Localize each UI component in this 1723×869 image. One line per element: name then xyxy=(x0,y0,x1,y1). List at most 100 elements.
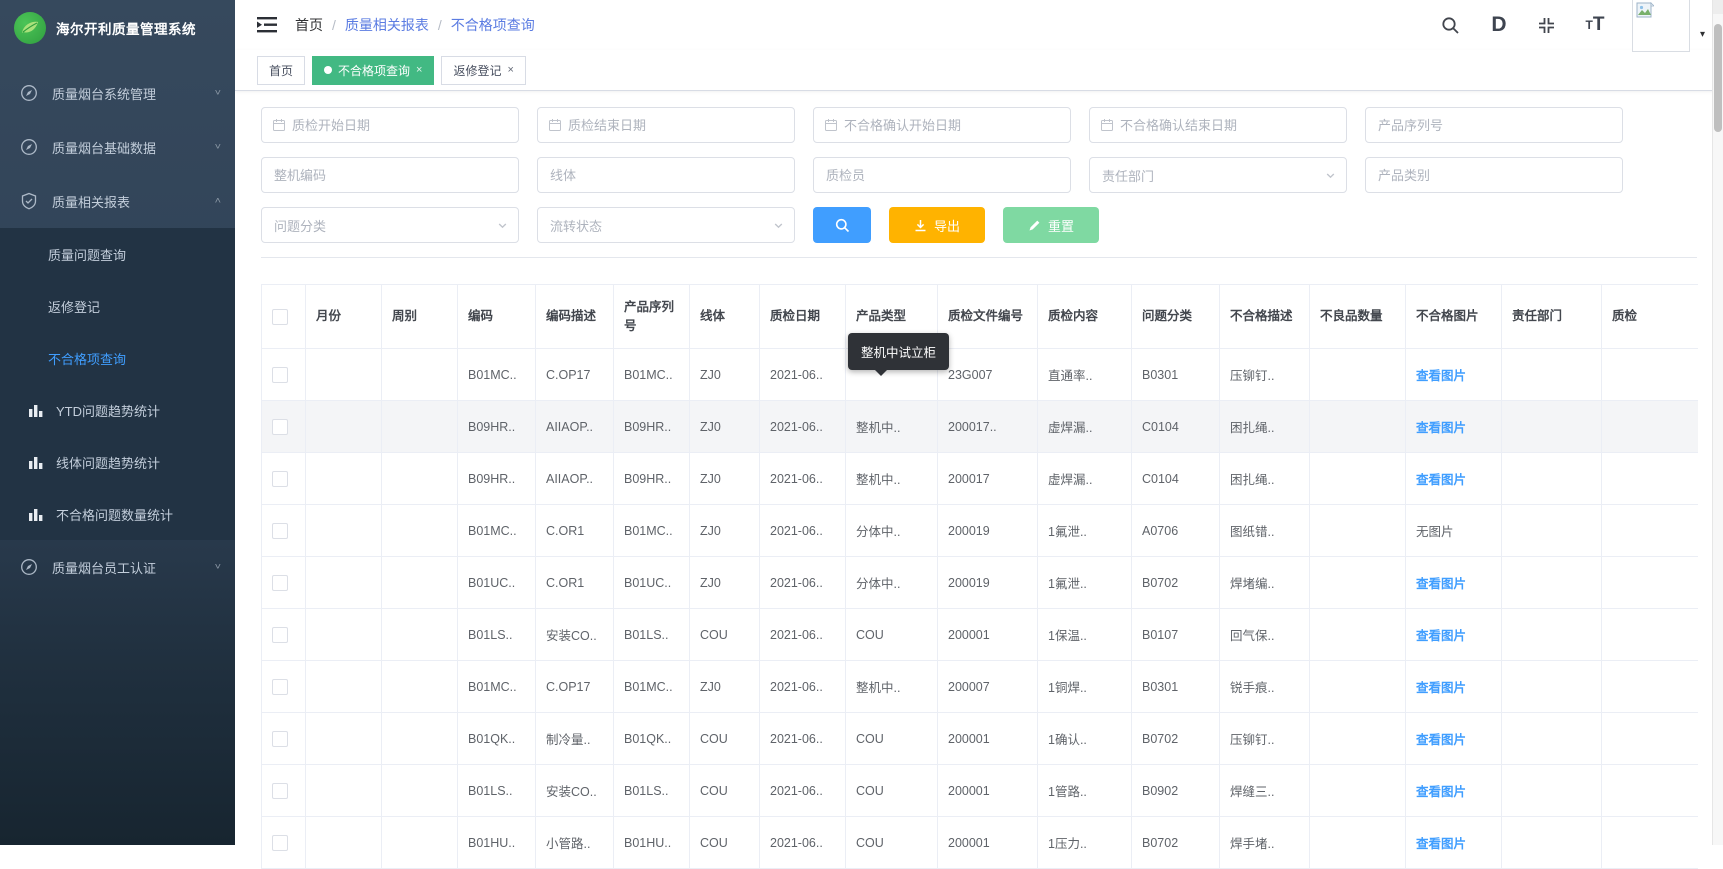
column-header-content: 质检内容 xyxy=(1038,285,1132,349)
cell-doc_no: 200019 xyxy=(938,557,1038,609)
cell-category: B0702 xyxy=(1132,713,1220,765)
inspector-field[interactable] xyxy=(813,157,1071,193)
sidebar-item-ytd-trend-stats[interactable]: YTD问题趋势统计 xyxy=(0,384,235,436)
scrollbar-thumb[interactable] xyxy=(1714,24,1722,132)
product-category-input[interactable] xyxy=(1366,158,1622,192)
cell-dept xyxy=(1502,349,1602,401)
sidebar-item-quality-base-data[interactable]: 质量烟台基础数据 ˅ xyxy=(0,120,235,174)
cell-product_type: COU xyxy=(846,609,938,661)
inspect-start-date-field[interactable] xyxy=(261,107,519,143)
shield-icon xyxy=(20,192,38,210)
sidebar-item-label: 质量问题查询 xyxy=(48,245,126,264)
sidebar-item-quality-issue-query[interactable]: 质量问题查询 xyxy=(0,228,235,280)
cell-serial: B01QK.. xyxy=(614,713,690,765)
unit-code-field[interactable] xyxy=(261,157,519,193)
nc-confirm-start-date-input[interactable] xyxy=(838,108,1070,142)
view-image-link[interactable]: 查看图片 xyxy=(1416,417,1466,436)
search-icon[interactable] xyxy=(1440,14,1462,36)
sidebar-menu: 质量烟台系统管理 ˅ 质量烟台基础数据 ˅ 质量相关报表 ˄ 质量问题查询 返修… xyxy=(0,66,235,594)
view-image-link[interactable]: 查看图片 xyxy=(1416,573,1466,592)
select-placeholder: 流转状态 xyxy=(538,216,773,235)
sidebar-item-quality-system-mgmt[interactable]: 质量烟台系统管理 ˅ xyxy=(0,66,235,120)
app-logo-row: 海尔开利质量管理系统 xyxy=(0,0,235,56)
row-checkbox[interactable] xyxy=(272,523,288,539)
tab-close-icon[interactable]: × xyxy=(416,64,422,76)
row-checkbox[interactable] xyxy=(272,783,288,799)
view-image-link[interactable]: 查看图片 xyxy=(1416,729,1466,748)
row-checkbox[interactable] xyxy=(272,835,288,851)
hamburger-icon[interactable] xyxy=(257,17,277,33)
sidebar-item-employee-certification[interactable]: 质量烟台员工认证 ˅ xyxy=(0,540,235,594)
dropdown-caret-icon[interactable]: ▾ xyxy=(1700,29,1705,40)
search-button[interactable] xyxy=(813,207,871,243)
cell-qty xyxy=(1310,713,1406,765)
sidebar-item-line-trend-stats[interactable]: 线体问题趋势统计 xyxy=(0,436,235,488)
cell-checkbox xyxy=(262,609,306,661)
row-checkbox[interactable] xyxy=(272,679,288,695)
column-header-nc_desc: 不合格描述 xyxy=(1220,285,1310,349)
row-checkbox[interactable] xyxy=(272,627,288,643)
view-image-link[interactable]: 查看图片 xyxy=(1416,781,1466,800)
breadcrumb-home[interactable]: 首页 xyxy=(295,15,323,35)
reset-button[interactable]: 重置 xyxy=(1003,207,1099,243)
flow-status-select[interactable]: 流转状态 xyxy=(537,207,795,243)
cell-line: COU xyxy=(690,817,760,869)
problem-category-select[interactable]: 问题分类 xyxy=(261,207,519,243)
row-checkbox[interactable] xyxy=(272,367,288,383)
sidebar-item-nonconformance-query[interactable]: 不合格项查询 xyxy=(0,332,235,384)
cell-month xyxy=(306,817,382,869)
sidebar-item-quality-reports[interactable]: 质量相关报表 ˄ xyxy=(0,174,235,228)
avatar[interactable] xyxy=(1632,0,1690,52)
nc-confirm-start-date-field[interactable] xyxy=(813,107,1071,143)
font-size-icon[interactable]: TT xyxy=(1584,14,1606,36)
cell-category: B0301 xyxy=(1132,661,1220,713)
inspect-end-date-input[interactable] xyxy=(562,108,794,142)
view-image-link[interactable]: 查看图片 xyxy=(1416,365,1466,384)
cell-code: B09HR.. xyxy=(458,453,536,505)
line-field[interactable] xyxy=(537,157,795,193)
nc-confirm-end-date-field[interactable] xyxy=(1089,107,1347,143)
tab-repair-register[interactable]: 返修登记 × xyxy=(441,56,525,85)
row-checkbox[interactable] xyxy=(272,731,288,747)
cell-inspect_date: 2021-06.. xyxy=(760,505,846,557)
view-image-link[interactable]: 查看图片 xyxy=(1416,677,1466,696)
cell-nc_desc: 困扎绳.. xyxy=(1220,453,1310,505)
row-checkbox[interactable] xyxy=(272,575,288,591)
calendar-icon xyxy=(824,118,838,132)
unit-code-input[interactable] xyxy=(262,158,518,192)
nc-confirm-end-date-input[interactable] xyxy=(1114,108,1346,142)
cell-extra xyxy=(1602,765,1698,817)
serial-number-field[interactable] xyxy=(1365,107,1623,143)
line-input[interactable] xyxy=(538,158,794,192)
inspect-end-date-field[interactable] xyxy=(537,107,795,143)
page-scrollbar[interactable] xyxy=(1712,0,1723,845)
product-category-field[interactable] xyxy=(1365,157,1623,193)
breadcrumb-nonconformance-query[interactable]: 不合格项查询 xyxy=(451,15,535,35)
cell-pic: 查看图片 xyxy=(1406,349,1502,401)
inspector-input[interactable] xyxy=(814,158,1070,192)
tab-close-icon[interactable]: × xyxy=(507,64,513,76)
export-button[interactable]: 导出 xyxy=(889,207,985,243)
chevron-down-icon xyxy=(497,220,508,231)
view-image-link[interactable]: 查看图片 xyxy=(1416,833,1466,852)
view-image-link[interactable]: 查看图片 xyxy=(1416,469,1466,488)
fullscreen-icon[interactable] xyxy=(1536,14,1558,36)
tab-nonconformance-query[interactable]: 不合格项查询 × xyxy=(312,56,434,85)
table-row: B01LS..安装CO..B01LS..COU2021-06..COU20000… xyxy=(262,609,1698,661)
select-all-checkbox[interactable] xyxy=(272,309,288,325)
sidebar-item-nc-count-stats[interactable]: 不合格问题数量统计 xyxy=(0,488,235,540)
inspect-start-date-input[interactable] xyxy=(286,108,518,142)
cell-product_type: 分体中.. xyxy=(846,505,938,557)
tab-home[interactable]: 首页 xyxy=(257,56,305,85)
breadcrumb-quality-reports[interactable]: 质量相关报表 xyxy=(345,15,429,35)
row-checkbox[interactable] xyxy=(272,419,288,435)
cell-code: B01QK.. xyxy=(458,713,536,765)
view-image-link[interactable]: 查看图片 xyxy=(1416,625,1466,644)
docs-icon[interactable]: D xyxy=(1488,14,1510,36)
table-row: B01LS..安装CO..B01LS..COU2021-06..COU20000… xyxy=(262,765,1698,817)
serial-number-input[interactable] xyxy=(1366,108,1622,142)
row-checkbox[interactable] xyxy=(272,471,288,487)
sidebar-item-repair-register[interactable]: 返修登记 xyxy=(0,280,235,332)
scrollbar-up-button[interactable] xyxy=(1713,0,1723,14)
responsible-dept-select[interactable]: 责任部门 xyxy=(1089,157,1347,193)
